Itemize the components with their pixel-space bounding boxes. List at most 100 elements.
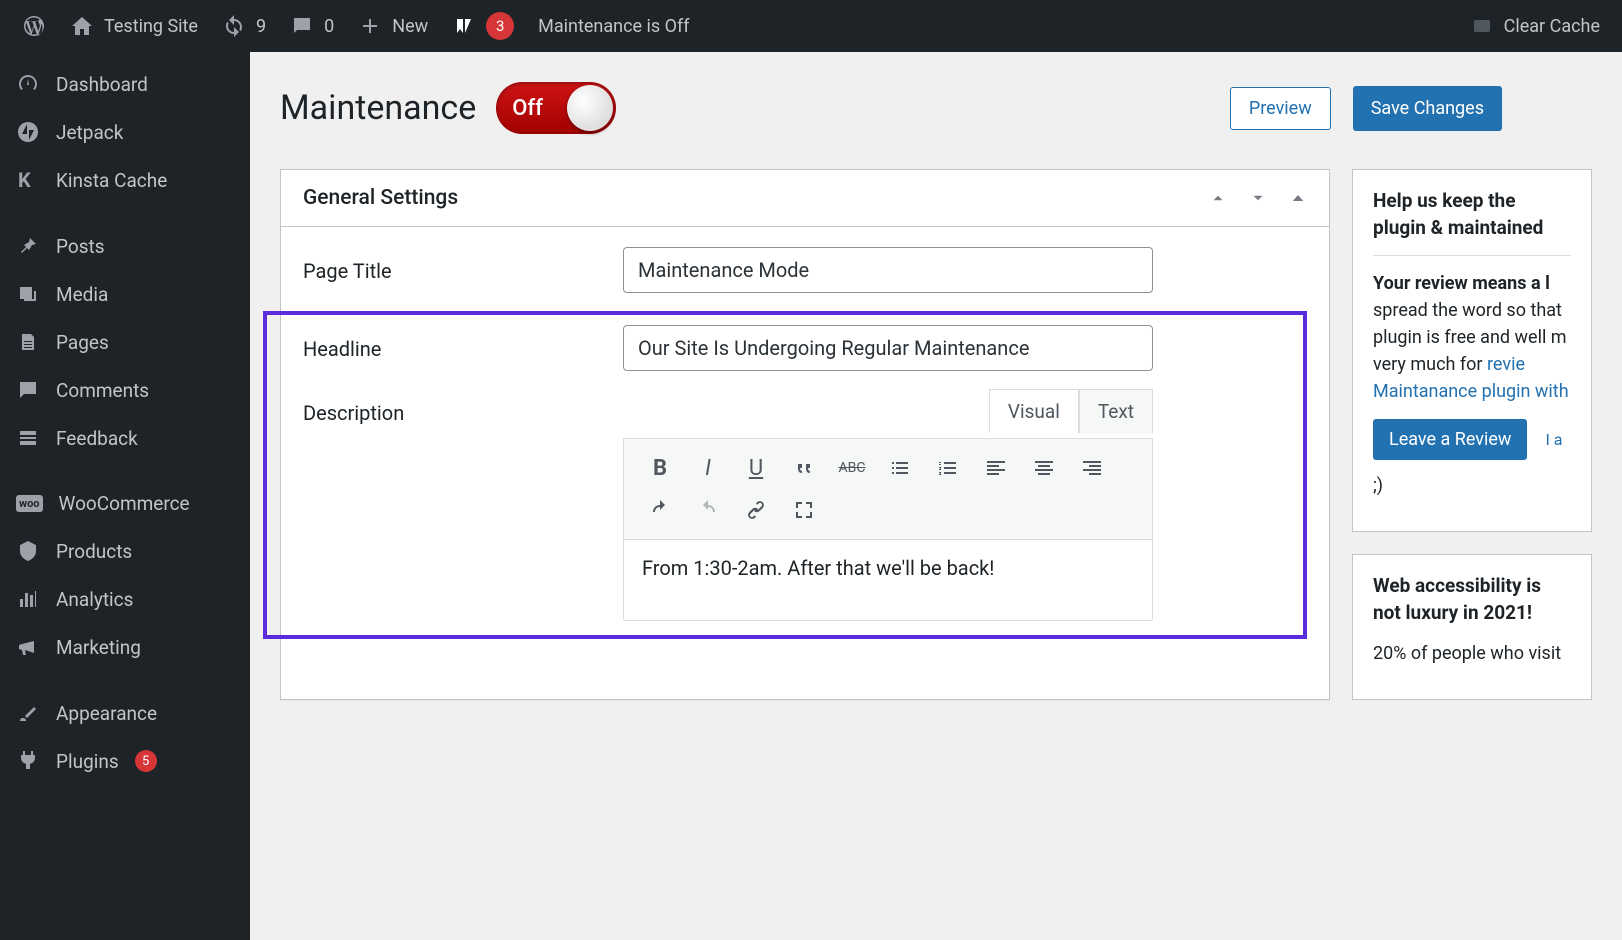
tab-visual[interactable]: Visual bbox=[989, 389, 1079, 433]
sidebar-item-analytics[interactable]: Analytics bbox=[0, 575, 250, 623]
site-name[interactable]: Testing Site bbox=[58, 0, 210, 52]
link-button[interactable] bbox=[732, 489, 780, 531]
preview-button[interactable]: Preview bbox=[1230, 87, 1331, 130]
highlight-region: Headline Description Visual Text bbox=[263, 311, 1307, 639]
media-icon bbox=[16, 282, 40, 306]
accessibility-text: 20% of people who visit bbox=[1373, 640, 1571, 667]
review-link2[interactable]: Maintanance plugin with bbox=[1373, 381, 1569, 402]
collapse-icon[interactable] bbox=[1289, 189, 1307, 207]
sidebar-item-pages[interactable]: Pages bbox=[0, 318, 250, 366]
description-label: Description bbox=[303, 389, 623, 425]
chevron-up-icon[interactable] bbox=[1209, 189, 1227, 207]
comments-bar[interactable]: 0 bbox=[278, 0, 346, 52]
sidebar-item-plugins[interactable]: Plugins 5 bbox=[0, 737, 250, 785]
underline-button[interactable]: U bbox=[732, 447, 780, 489]
bold-button[interactable]: B bbox=[636, 447, 684, 489]
save-button[interactable]: Save Changes bbox=[1353, 86, 1502, 131]
general-settings-panel: General Settings Page Title Headlin bbox=[280, 169, 1330, 700]
admin-sidebar: Dashboard Jetpack K Kinsta Cache Posts M… bbox=[0, 52, 250, 940]
strike-button[interactable]: ABC bbox=[828, 447, 876, 489]
new-content[interactable]: New bbox=[346, 0, 440, 52]
page-title-label: Page Title bbox=[303, 247, 623, 283]
new-label: New bbox=[392, 16, 428, 37]
yoast-badge: 3 bbox=[486, 12, 514, 40]
sidebar-label: Appearance bbox=[56, 702, 157, 725]
dashboard-icon bbox=[16, 72, 40, 96]
sidebar-item-marketing[interactable]: Marketing bbox=[0, 623, 250, 671]
review-link1[interactable]: revie bbox=[1487, 354, 1525, 375]
editor-toolbar: B I U ABC bbox=[624, 439, 1152, 540]
sidebar-item-jetpack[interactable]: Jetpack bbox=[0, 108, 250, 156]
review-panel-title: Help us keep the plugin & maintained bbox=[1373, 188, 1571, 256]
updates[interactable]: 9 bbox=[210, 0, 278, 52]
ul-button[interactable] bbox=[876, 447, 924, 489]
wp-logo[interactable] bbox=[10, 0, 58, 52]
accessibility-panel: Web accessibility is not luxury in 2021!… bbox=[1352, 554, 1592, 700]
clear-cache-label: Clear Cache bbox=[1504, 16, 1600, 37]
review-text: Your review means a l spread the word so… bbox=[1373, 270, 1571, 405]
cache-icon bbox=[1470, 14, 1494, 38]
description-content[interactable]: From 1:30-2am. After that we'll be back! bbox=[624, 540, 1152, 620]
align-right-button[interactable] bbox=[1068, 447, 1116, 489]
quote-button[interactable] bbox=[780, 447, 828, 489]
maintenance-toggle[interactable]: Off bbox=[496, 82, 616, 134]
panel-title: General Settings bbox=[303, 186, 458, 210]
chevron-down-icon[interactable] bbox=[1249, 189, 1267, 207]
page-title: Maintenance bbox=[280, 88, 476, 128]
kinsta-icon: K bbox=[16, 168, 40, 192]
sidebar-label: Kinsta Cache bbox=[56, 169, 167, 192]
sidebar-item-kinsta[interactable]: K Kinsta Cache bbox=[0, 156, 250, 204]
sidebar-item-appearance[interactable]: Appearance bbox=[0, 689, 250, 737]
yoast-icon bbox=[452, 14, 476, 38]
sidebar-label: Posts bbox=[56, 235, 105, 258]
jetpack-icon bbox=[16, 120, 40, 144]
pin-icon bbox=[16, 234, 40, 258]
maintenance-status[interactable]: Maintenance is Off bbox=[526, 0, 701, 52]
sidebar-label: Marketing bbox=[56, 636, 141, 659]
comments-icon bbox=[16, 378, 40, 402]
align-left-button[interactable] bbox=[972, 447, 1020, 489]
plugins-badge: 5 bbox=[135, 750, 157, 772]
plug-icon bbox=[16, 749, 40, 773]
review-panel: Help us keep the plugin & maintained You… bbox=[1352, 169, 1592, 532]
page-title-input[interactable] bbox=[623, 247, 1153, 293]
svg-text:K: K bbox=[18, 168, 31, 192]
sidebar-item-dashboard[interactable]: Dashboard bbox=[0, 60, 250, 108]
content-area: Maintenance Off Preview Save Changes Gen… bbox=[250, 52, 1622, 940]
comment-icon bbox=[290, 14, 314, 38]
sidebar-item-posts[interactable]: Posts bbox=[0, 222, 250, 270]
sidebar-item-woocommerce[interactable]: woo WooCommerce bbox=[0, 480, 250, 527]
toggle-knob bbox=[567, 85, 613, 131]
sidebar-item-media[interactable]: Media bbox=[0, 270, 250, 318]
yoast[interactable]: 3 bbox=[440, 0, 526, 52]
tab-text[interactable]: Text bbox=[1079, 389, 1153, 433]
sidebar-item-products[interactable]: Products bbox=[0, 527, 250, 575]
leave-review-button[interactable]: Leave a Review bbox=[1373, 419, 1527, 460]
megaphone-icon bbox=[16, 635, 40, 659]
fullscreen-button[interactable] bbox=[780, 489, 828, 531]
already-link[interactable]: I a bbox=[1545, 430, 1562, 449]
clear-cache[interactable]: Clear Cache bbox=[1458, 0, 1612, 52]
headline-input[interactable] bbox=[623, 325, 1153, 371]
redo-button[interactable] bbox=[684, 489, 732, 531]
pages-icon bbox=[16, 330, 40, 354]
italic-button[interactable]: I bbox=[684, 447, 732, 489]
ol-button[interactable] bbox=[924, 447, 972, 489]
sidebar-label: Dashboard bbox=[56, 73, 148, 96]
admin-bar: Testing Site 9 0 New 3 Maintenance is Of… bbox=[0, 0, 1622, 52]
site-name-label: Testing Site bbox=[104, 16, 198, 37]
sidebar-label: Media bbox=[56, 283, 108, 306]
align-center-button[interactable] bbox=[1020, 447, 1068, 489]
sidebar-item-feedback[interactable]: Feedback bbox=[0, 414, 250, 462]
refresh-icon bbox=[222, 14, 246, 38]
sidebar-label: Plugins bbox=[56, 750, 119, 773]
woo-icon: woo bbox=[16, 495, 43, 512]
sidebar-label: Comments bbox=[56, 379, 149, 402]
wink-text: ;) bbox=[1373, 472, 1571, 499]
home-icon bbox=[70, 14, 94, 38]
sidebar-label: Pages bbox=[56, 331, 109, 354]
sidebar-item-comments[interactable]: Comments bbox=[0, 366, 250, 414]
sidebar-label: Products bbox=[56, 540, 132, 563]
undo-button[interactable] bbox=[636, 489, 684, 531]
analytics-icon bbox=[16, 587, 40, 611]
